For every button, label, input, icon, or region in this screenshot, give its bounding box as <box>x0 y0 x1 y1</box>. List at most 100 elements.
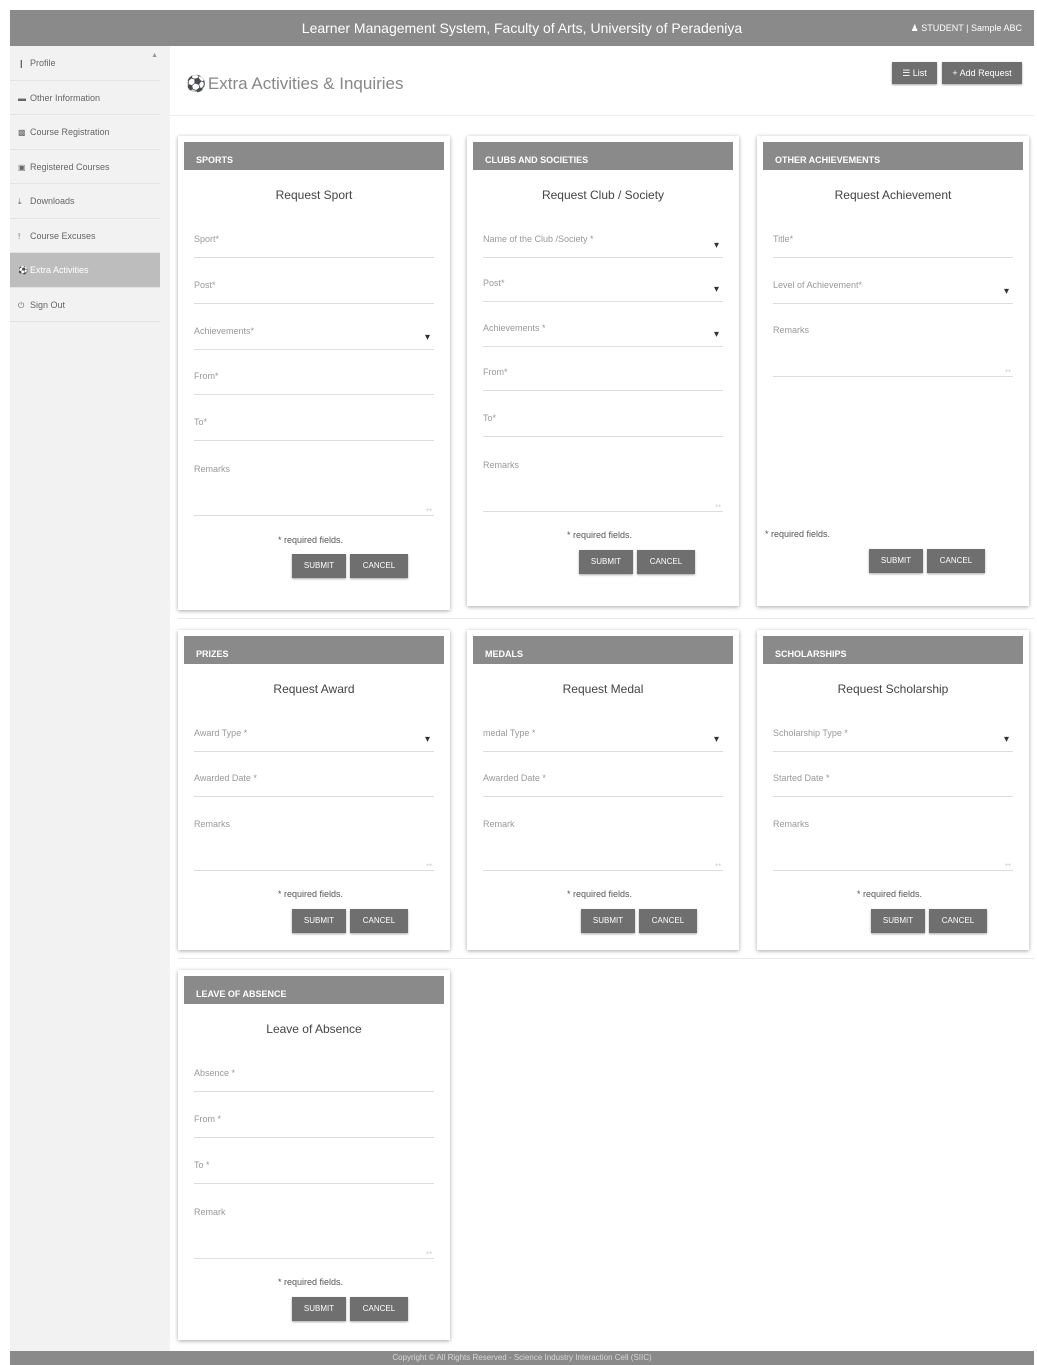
dropdown-caret-icon: ▾ <box>424 734 430 745</box>
remarks-textarea[interactable]: Remarks ⇿ <box>194 819 434 871</box>
awarded-date-field[interactable]: Awarded Date * <box>483 773 723 797</box>
sport-field[interactable]: Sport* <box>194 234 434 258</box>
field-label: Remarks <box>194 464 231 474</box>
card-heading: PRIZES <box>184 636 444 664</box>
title-field[interactable]: Title* <box>773 234 1013 258</box>
cancel-button[interactable]: CANCEL <box>350 1297 408 1321</box>
to-field[interactable]: To * <box>194 1160 434 1184</box>
submit-button[interactable]: SUBMIT <box>871 909 925 933</box>
post-select[interactable]: Post* ▾ <box>483 278 723 302</box>
to-field[interactable]: To* <box>483 413 723 437</box>
medal-type-select[interactable]: medal Type * ▾ <box>483 728 723 752</box>
submit-button[interactable]: SUBMIT <box>292 909 346 933</box>
to-field[interactable]: To* <box>194 417 434 441</box>
achievement-level-select[interactable]: Level of Achievement* ▾ <box>773 280 1013 304</box>
power-icon: ⏻ <box>18 300 25 310</box>
sidebar-item-label: Other Information <box>30 92 101 103</box>
sidebar-item-downloads[interactable]: ⤓ Downloads <box>10 184 160 219</box>
sidebar-item-extra-activities[interactable]: ⚽ Extra Activities <box>10 253 160 288</box>
card-heading: OTHER ACHIEVEMENTS <box>763 142 1023 170</box>
sidebar-item-label: Extra Activities <box>30 265 89 275</box>
sidebar-item-sign-out[interactable]: ⏻ Sign Out <box>10 288 160 322</box>
required-note: * required fields. <box>278 1277 344 1287</box>
field-label: medal Type * <box>483 728 536 738</box>
awarded-date-field[interactable]: Awarded Date * <box>194 773 434 797</box>
field-label: Level of Achievement* <box>773 280 863 290</box>
cancel-button[interactable]: CANCEL <box>639 909 697 933</box>
started-date-field[interactable]: Started Date * <box>773 773 1013 797</box>
app-title: Learner Management System, Faculty of Ar… <box>301 20 743 36</box>
dropdown-caret-icon: ▾ <box>1003 286 1009 297</box>
submit-button[interactable]: SUBMIT <box>581 909 635 933</box>
collapse-arrow-icon[interactable]: ▲ <box>151 52 158 59</box>
absence-field[interactable]: Absence * <box>194 1068 434 1092</box>
achievements-select[interactable]: Achievements* ▾ <box>194 326 434 350</box>
scholarship-type-select[interactable]: Scholarship Type * ▾ <box>773 728 1013 752</box>
id-badge-icon: ❙ <box>18 59 25 68</box>
add-request-button[interactable]: + Add Request <box>942 62 1022 84</box>
dropdown-caret-icon: ▾ <box>713 284 719 295</box>
club-name-select[interactable]: Name of the Club /Society * ▾ <box>483 234 723 258</box>
sidebar-item-other-information[interactable]: ▬ Other Information <box>10 81 160 115</box>
remarks-textarea[interactable]: Remarks ⇿ <box>483 460 723 512</box>
resize-grip-icon[interactable]: ⇿ <box>715 861 721 869</box>
cancel-button[interactable]: CANCEL <box>350 909 408 933</box>
user-info[interactable]: ♟ STUDENT | Sample ABC <box>911 23 1022 34</box>
achievements-select[interactable]: Achievements * ▾ <box>483 323 723 347</box>
required-note: * required fields. <box>567 889 633 899</box>
soccer-ball-icon: ⚽ <box>186 76 206 93</box>
award-type-select[interactable]: Award Type * ▾ <box>194 728 434 752</box>
soccer-ball-icon: ⚽ <box>18 266 28 275</box>
dropdown-caret-icon: ▾ <box>1003 734 1009 745</box>
cancel-button[interactable]: CANCEL <box>350 554 408 578</box>
post-field[interactable]: Post* <box>194 280 434 304</box>
remark-textarea[interactable]: Remark ⇿ <box>194 1207 434 1259</box>
form-actions: SUBMIT CANCEL <box>581 909 699 933</box>
cancel-button[interactable]: CANCEL <box>929 909 987 933</box>
list-button[interactable]: ☰ List <box>892 62 937 84</box>
card-subtitle: Request Sport <box>275 188 353 202</box>
plus-icon: + <box>952 68 958 78</box>
remarks-textarea[interactable]: Remarks ⇿ <box>194 464 434 516</box>
field-label: Remarks <box>773 819 810 829</box>
card-subtitle: Request Award <box>273 682 355 696</box>
from-field[interactable]: From* <box>483 367 723 391</box>
submit-button[interactable]: SUBMIT <box>869 549 923 573</box>
card-subtitle: Request Medal <box>562 682 644 696</box>
field-label: Achievements* <box>194 326 255 336</box>
from-field[interactable]: From* <box>194 371 434 395</box>
card-heading: SPORTS <box>184 142 444 170</box>
sidebar-item-course-excuses[interactable]: ! Course Excuses <box>10 219 160 253</box>
submit-button[interactable]: SUBMIT <box>292 554 346 578</box>
sidebar-item-registered-courses[interactable]: ▣ Registered Courses <box>10 150 160 184</box>
submit-button[interactable]: SUBMIT <box>579 550 633 574</box>
resize-grip-icon[interactable]: ⇿ <box>1005 367 1011 375</box>
card-heading: CLUBS AND SOCIETIES <box>473 142 733 170</box>
resize-grip-icon[interactable]: ⇿ <box>426 861 432 869</box>
remark-textarea[interactable]: Remark ⇿ <box>483 819 723 871</box>
resize-grip-icon[interactable]: ⇿ <box>1005 861 1011 869</box>
resize-grip-icon[interactable]: ⇿ <box>715 502 721 510</box>
required-note: * required fields. <box>278 535 344 545</box>
field-label: From* <box>483 367 508 377</box>
remarks-textarea[interactable]: Remarks ⇿ <box>773 325 1013 377</box>
book-icon: ▩ <box>18 128 26 137</box>
remarks-textarea[interactable]: Remarks ⇿ <box>773 819 1013 871</box>
sidebar-item-profile[interactable]: ❙ Profile <box>10 46 160 81</box>
leave-of-absence-card: LEAVE OF ABSENCE Leave of Absence Absenc… <box>178 970 450 1340</box>
sidebar-item-course-registration[interactable]: ▩ Course Registration <box>10 115 160 150</box>
cancel-button[interactable]: CANCEL <box>637 550 695 574</box>
form-actions: SUBMIT CANCEL <box>292 554 410 578</box>
resize-grip-icon[interactable]: ⇿ <box>426 1249 432 1257</box>
scholarships-card: SCHOLARSHIPS Request Scholarship Scholar… <box>757 630 1029 950</box>
resize-grip-icon[interactable]: ⇿ <box>426 506 432 514</box>
card-heading: LEAVE OF ABSENCE <box>184 976 444 1004</box>
card-subtitle: Request Achievement <box>834 188 952 202</box>
sidebar-item-label: Course Excuses <box>30 230 96 241</box>
submit-button[interactable]: SUBMIT <box>292 1297 346 1321</box>
sidebar-item-label: Registered Courses <box>30 161 110 172</box>
other-achievements-card: OTHER ACHIEVEMENTS Request Achievement T… <box>757 136 1029 606</box>
prizes-card: PRIZES Request Award Award Type * ▾ Award… <box>178 630 450 950</box>
cancel-button[interactable]: CANCEL <box>927 549 985 573</box>
from-field[interactable]: From * <box>194 1114 434 1138</box>
